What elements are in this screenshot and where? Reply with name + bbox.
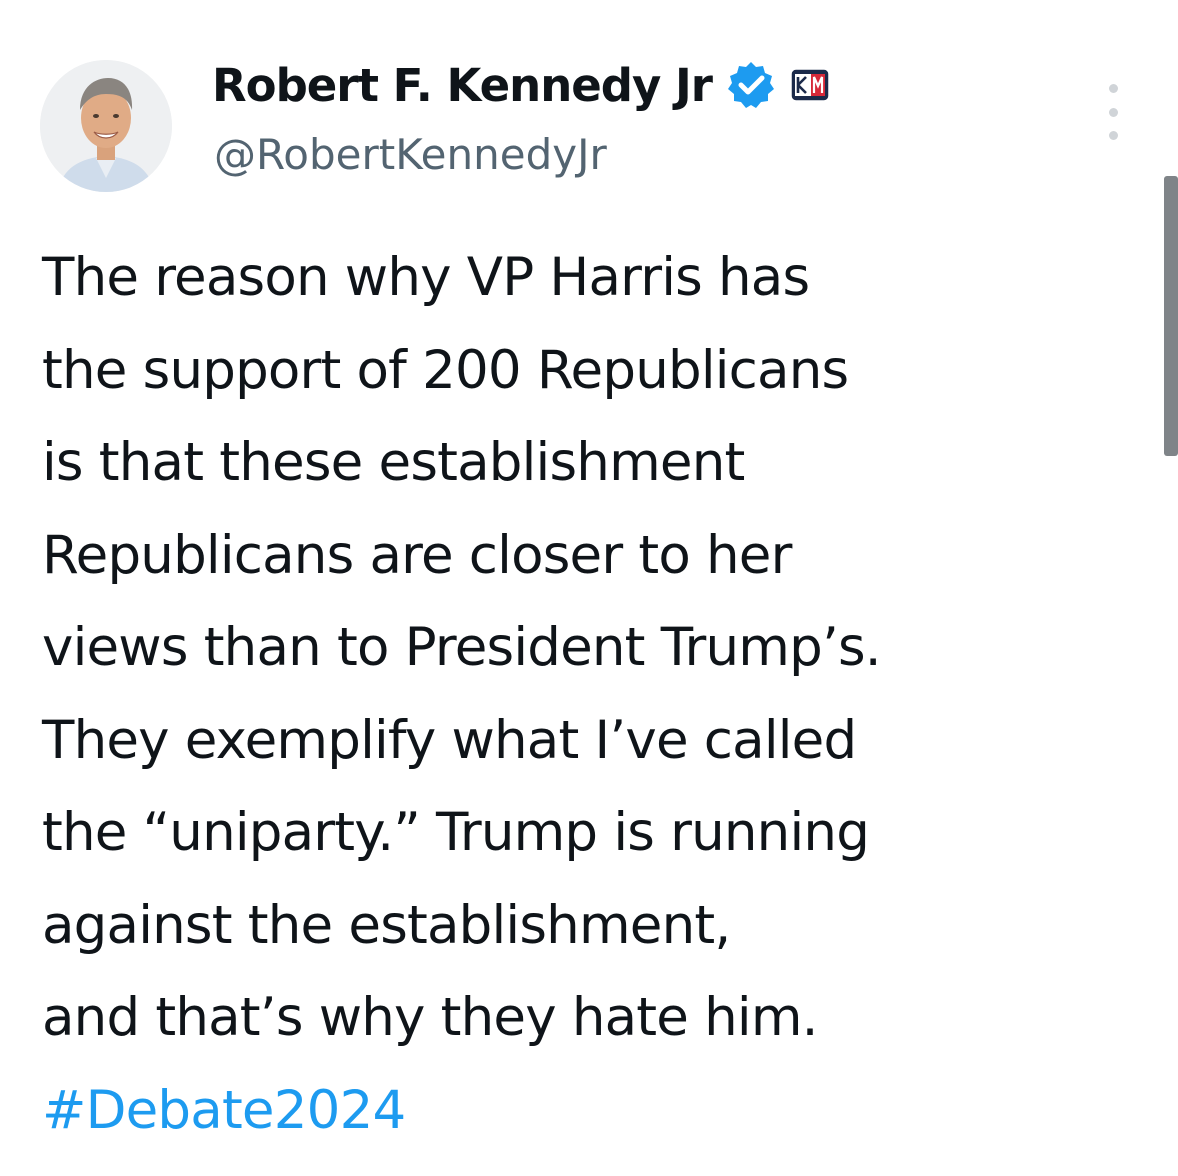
author-display-name[interactable]: Robert F. Kennedy Jr — [212, 59, 713, 112]
more-options-icon[interactable] — [1098, 84, 1128, 140]
tweet-line: the “uniparty.” Trump is running — [42, 802, 870, 863]
affiliation-badge-icon[interactable] — [790, 68, 830, 102]
verified-badge-icon[interactable] — [726, 60, 776, 110]
tweet-card: Robert F. Kennedy Jr @RobertKennedyJr Th… — [0, 0, 1178, 1176]
profile-photo-icon — [40, 60, 172, 192]
tweet-line: and that’s why they hate him. — [42, 987, 819, 1048]
tweet-line: against the establishment, — [42, 894, 731, 956]
more-dot — [1108, 131, 1118, 140]
tweet-line: views than to President Trump’s. — [42, 617, 882, 678]
tweet-line: is that these establishment — [42, 432, 745, 493]
hashtag-link[interactable]: #Debate2024 — [42, 1065, 1142, 1158]
avatar[interactable] — [40, 60, 172, 192]
tweet-text: The reason why VP Harris has the support… — [42, 232, 1142, 1157]
author-name-row: Robert F. Kennedy Jr — [212, 52, 830, 118]
tweet-line: They exemplify what I’ve called — [42, 709, 857, 771]
more-dot — [1108, 84, 1118, 93]
scrollbar[interactable] — [1164, 176, 1178, 456]
more-dot — [1108, 107, 1118, 117]
tweet-line: the support of 200 Republicans — [42, 339, 849, 401]
author-handle[interactable]: @RobertKennedyJr — [214, 130, 607, 179]
tweet-line: Republicans are closer to her — [42, 524, 792, 586]
tweet-line: The reason why VP Harris has — [42, 247, 810, 308]
